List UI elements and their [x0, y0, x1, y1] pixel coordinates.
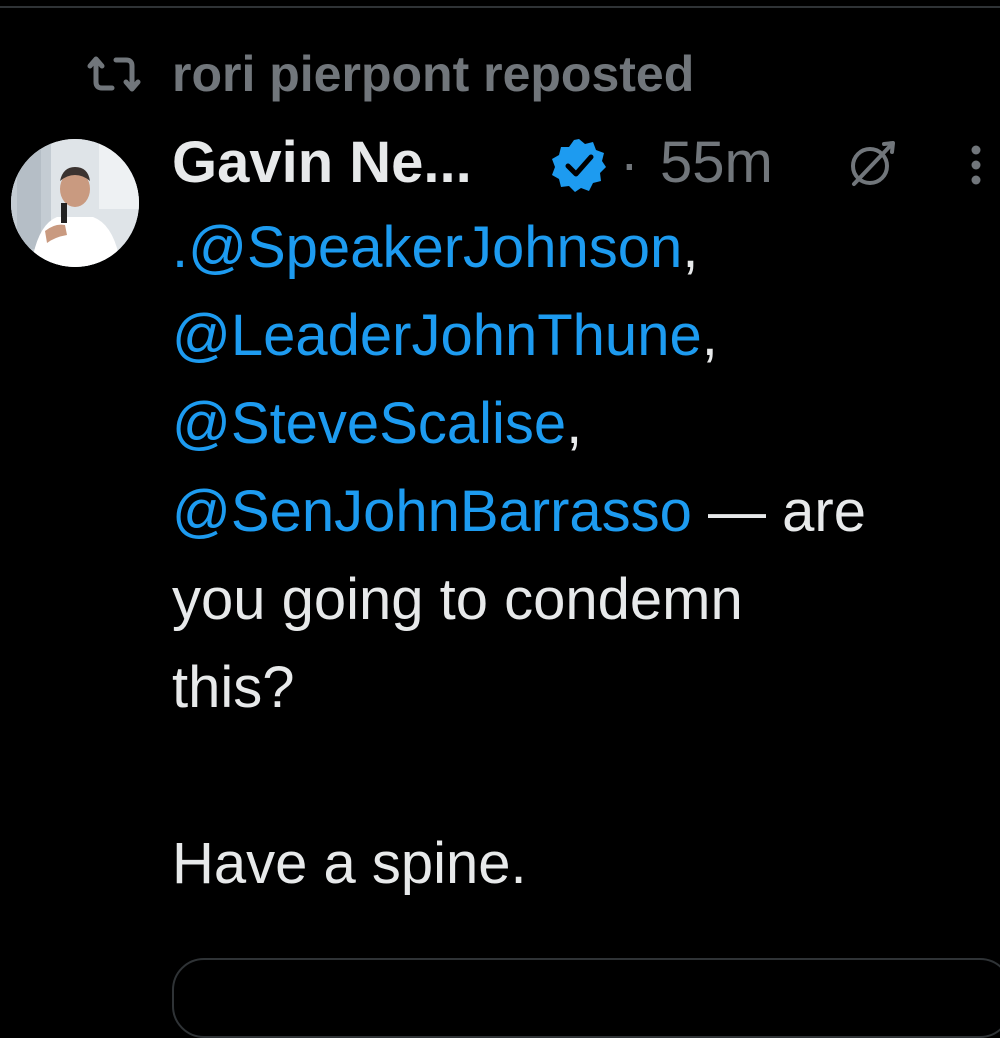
avatar[interactable]	[11, 139, 139, 267]
repost-context[interactable]: rori pierpont reposted	[86, 44, 694, 104]
dash-text: — are	[691, 479, 866, 544]
comma: ,	[566, 391, 583, 456]
verified-badge-icon[interactable]	[550, 136, 608, 194]
tweet-line-4: @SenJohnBarrasso — are	[172, 468, 1000, 556]
repost-icon	[86, 54, 142, 94]
tweet-line-7: Have a spine.	[172, 831, 527, 896]
tweet-line-1: .@SpeakerJohnson,	[172, 204, 1000, 292]
separator-dot: ·	[620, 131, 639, 194]
top-divider	[0, 6, 1000, 8]
tweet-line-6: this?	[172, 655, 295, 720]
grok-icon[interactable]	[846, 138, 898, 190]
tweet-line-5: you going to condemn	[172, 567, 743, 632]
repost-label: rori pierpont reposted	[172, 46, 695, 102]
more-icon[interactable]	[968, 142, 984, 188]
mention-steve-scalise[interactable]: @SteveScalise	[172, 391, 566, 456]
timestamp[interactable]: 55m	[660, 130, 773, 196]
tweet-text: .@SpeakerJohnson, @LeaderJohnThune, @Ste…	[172, 204, 1000, 908]
tweet-line-3: @SteveScalise,	[172, 380, 1000, 468]
tweet-header: Gavin Ne... · 55m	[172, 130, 992, 196]
mention-speaker-johnson[interactable]: .@SpeakerJohnson	[172, 215, 682, 280]
mention-leader-john-thune[interactable]: @LeaderJohnThune	[172, 303, 702, 368]
mention-sen-john-barrasso[interactable]: @SenJohnBarrasso	[172, 479, 692, 544]
comma: ,	[682, 215, 699, 280]
tweet-line-2: @LeaderJohnThune,	[172, 292, 1000, 380]
display-name[interactable]: Gavin Ne...	[172, 130, 472, 196]
quoted-tweet-card[interactable]	[172, 958, 1000, 1038]
comma: ,	[701, 303, 718, 368]
